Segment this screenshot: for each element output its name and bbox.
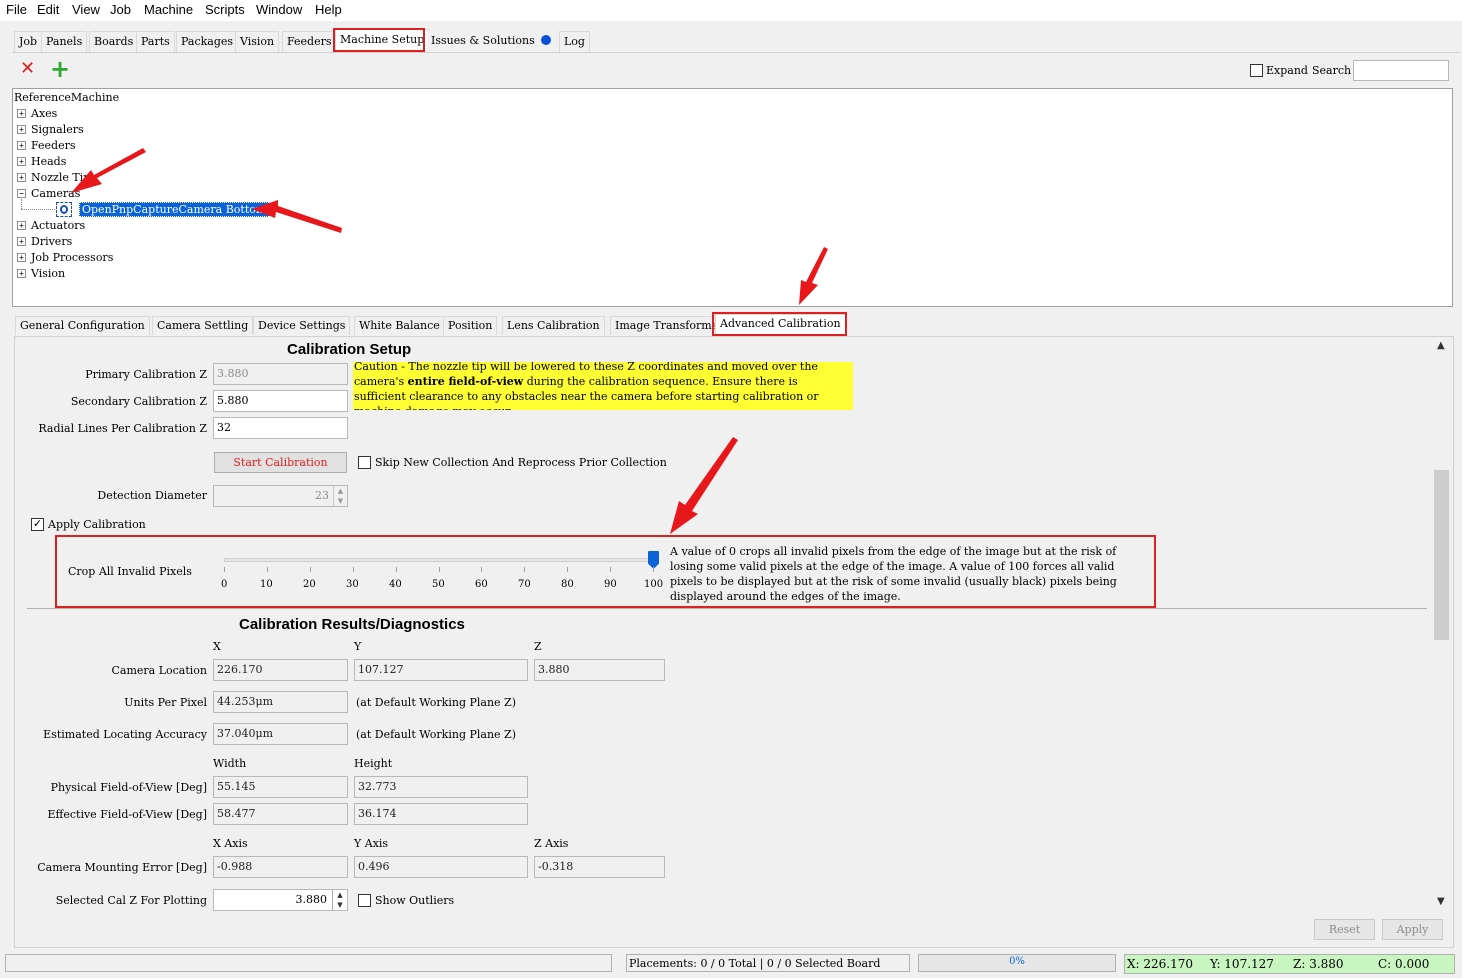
progress-label: 0% [1009, 956, 1025, 967]
placements-status: Placements: 0 / 0 Total | 0 / 0 Selected… [626, 954, 910, 972]
annotation-arrow [670, 437, 738, 534]
annotation-arrow [252, 200, 342, 233]
dro-x: X: 226.170 [1127, 957, 1194, 971]
status-message-area [5, 954, 612, 972]
job-progress-bar: 0% [918, 954, 1116, 972]
status-bar: Placements: 0 / 0 Total | 0 / 0 Selected… [0, 952, 1462, 978]
annotation-arrows [71, 148, 828, 534]
dro-y: Y: 107.127 [1210, 957, 1274, 971]
dro-z: Z: 3.880 [1293, 957, 1344, 971]
dro-readout: X: 226.170 Y: 107.127 Z: 3.880 C: 0.000 [1124, 954, 1455, 974]
annotation-arrow [71, 148, 146, 193]
dro-c: C: 0.000 [1378, 957, 1430, 971]
annotation-arrow [799, 247, 828, 305]
